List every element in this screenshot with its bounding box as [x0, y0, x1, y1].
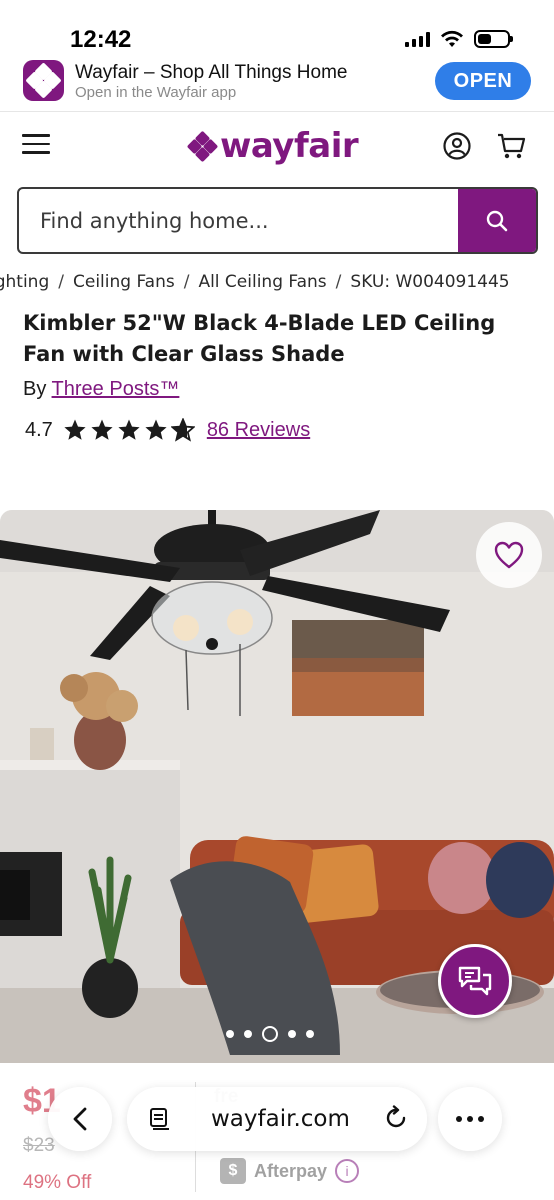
wayfair-app-icon	[23, 60, 64, 101]
discount-label: 49% Off	[23, 1172, 92, 1193]
breadcrumb-sku: SKU: W004091445	[350, 272, 510, 292]
app-banner-subtitle: Open in the Wayfair app	[75, 84, 237, 101]
url-text[interactable]: wayfair.com	[211, 1106, 350, 1132]
open-app-button[interactable]: OPEN	[435, 62, 531, 100]
logo-mark-icon	[186, 130, 219, 163]
chat-button[interactable]	[438, 944, 512, 1018]
info-icon[interactable]: i	[335, 1159, 360, 1183]
breadcrumb-separator: /	[335, 272, 342, 292]
search-bar	[17, 187, 538, 254]
search-input[interactable]	[19, 189, 459, 252]
browser-address-bar[interactable]: wayfair.com	[127, 1087, 427, 1151]
star-rating	[63, 418, 195, 442]
rating-row: 4.7 86 Reviews	[25, 418, 310, 442]
search-button[interactable]	[458, 189, 536, 252]
app-banner-title: Wayfair – Shop All Things Home	[75, 62, 348, 83]
product-title: Kimbler 52"W Black 4-Blade LED Ceiling F…	[23, 311, 496, 366]
breadcrumb-separator: /	[58, 272, 64, 292]
star-full-icon	[145, 419, 167, 440]
star-full-icon	[91, 419, 113, 440]
page-menu-icon[interactable]	[149, 1107, 171, 1131]
app-banner: Wayfair – Shop All Things Home Open in t…	[0, 56, 554, 112]
status-time: 12:42	[70, 26, 132, 53]
brand-link[interactable]: Three Posts™	[52, 378, 180, 400]
breadcrumb-lighting[interactable]: ighting	[0, 272, 49, 292]
star-full-icon	[64, 419, 86, 440]
afterpay-icon: $	[220, 1158, 246, 1184]
search-icon	[486, 210, 508, 231]
original-price: $23	[23, 1135, 55, 1156]
image-carousel-dots[interactable]	[226, 1026, 314, 1042]
carousel-dot[interactable]	[288, 1030, 296, 1038]
chat-icon	[458, 966, 492, 996]
heart-icon	[494, 541, 524, 569]
status-bar: 12:42	[0, 0, 554, 56]
carousel-dot[interactable]	[226, 1030, 234, 1038]
site-header: wayfair	[0, 112, 554, 182]
cart-icon[interactable]	[496, 131, 526, 161]
favorite-button[interactable]	[476, 522, 542, 588]
browser-back-button[interactable]	[48, 1087, 112, 1151]
breadcrumb-all-ceiling-fans[interactable]: All Ceiling Fans	[198, 272, 326, 292]
carousel-dot-active[interactable]	[262, 1026, 278, 1042]
menu-icon[interactable]	[22, 134, 50, 156]
status-icons	[405, 30, 513, 48]
breadcrumb: ighting / Ceiling Fans / All Ceiling Fan…	[0, 272, 510, 292]
chevron-left-icon	[73, 1107, 87, 1131]
brand-prefix: By	[23, 378, 47, 400]
cellular-signal-icon	[405, 31, 430, 47]
logo-text: wayfair	[220, 126, 359, 166]
rating-value: 4.7	[25, 418, 53, 441]
breadcrumb-separator: /	[183, 272, 190, 292]
brand-line: By Three Posts™	[23, 378, 179, 401]
afterpay-label: Afterpay	[254, 1160, 328, 1181]
wifi-icon	[441, 30, 463, 47]
more-options-button[interactable]	[438, 1087, 502, 1151]
star-partial-icon	[170, 418, 195, 442]
carousel-dot[interactable]	[306, 1030, 314, 1038]
reviews-link[interactable]: 86 Reviews	[207, 419, 310, 442]
account-icon[interactable]	[443, 132, 471, 160]
afterpay-row: $ Afterpay i	[220, 1158, 360, 1184]
carousel-dot[interactable]	[244, 1030, 252, 1038]
wayfair-logo[interactable]: wayfair	[186, 126, 359, 166]
reload-icon[interactable]	[383, 1105, 409, 1131]
battery-icon	[474, 30, 513, 48]
breadcrumb-ceiling-fans[interactable]: Ceiling Fans	[73, 272, 175, 292]
star-full-icon	[118, 419, 140, 440]
